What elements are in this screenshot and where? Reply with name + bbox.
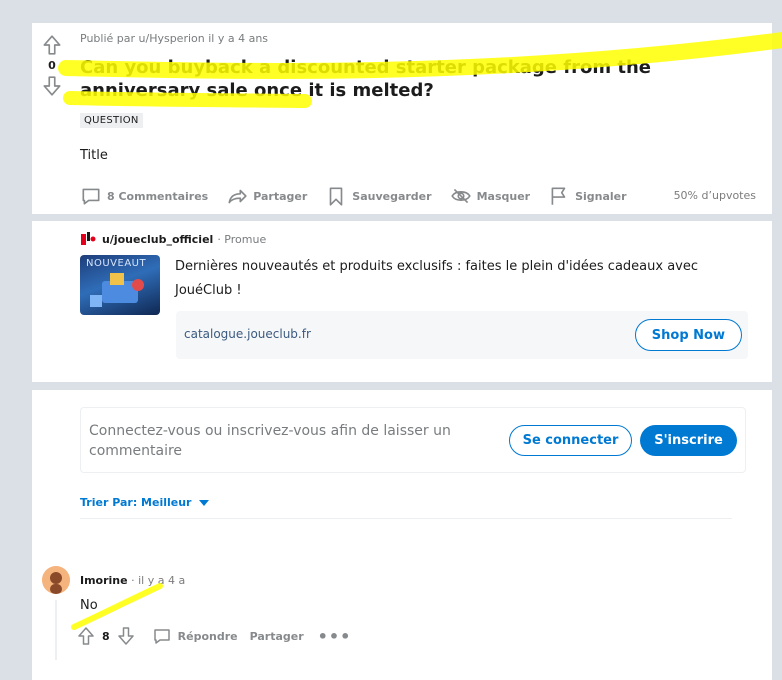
report-label: Signaler (575, 189, 627, 203)
save-button[interactable]: Sauvegarder (325, 185, 432, 207)
comments-button[interactable]: 8 Commentaires (80, 185, 208, 207)
post-card: 0 Publié par u/Hysperion il y a 4 ans Ca… (32, 23, 772, 214)
promo-link-box[interactable]: catalogue.joueclub.fr Shop Now (176, 311, 748, 359)
comment-body: No (80, 598, 98, 613)
comment-share-label: Partager (249, 629, 304, 643)
post-meta: Publié par u/Hysperion il y a 4 ans (80, 32, 269, 45)
comments-section: Connectez-vous ou inscrivez-vous afin de… (32, 390, 772, 680)
hide-label: Masquer (476, 189, 531, 203)
comment-downvote-icon[interactable] (116, 626, 136, 646)
post-score: 0 (48, 59, 56, 72)
share-icon (228, 189, 247, 204)
sort-dropdown[interactable]: Trier Par: Meilleur (80, 496, 210, 509)
comment-icon (153, 629, 170, 644)
promoted-label: · Promue (217, 232, 267, 246)
post-actions: 8 Commentaires Partager Sauvegarder Masq… (80, 183, 645, 209)
comment-actions: 8 Répondre Partager ••• (76, 626, 351, 646)
joueclub-logo-icon (81, 232, 96, 245)
reply-button[interactable]: Répondre (152, 626, 238, 646)
more-options-icon[interactable]: ••• (318, 627, 352, 646)
upvote-icon[interactable] (41, 34, 63, 56)
toy-scene-icon (90, 273, 144, 307)
comment-score: 8 (102, 629, 110, 643)
comment-timestamp[interactable]: · il y a 4 a (131, 574, 185, 587)
downvote-icon[interactable] (41, 75, 63, 97)
eye-slash-icon (450, 188, 471, 204)
save-label: Sauvegarder (352, 189, 432, 203)
avatar-icon (42, 566, 70, 594)
flag-icon (551, 187, 566, 205)
login-prompt-text: Connectez-vous ou inscrivez-vous afin de… (89, 423, 451, 459)
post-flair[interactable]: QUESTION (80, 113, 143, 128)
avatar[interactable] (42, 566, 70, 594)
signup-button[interactable]: S'inscrire (640, 425, 737, 456)
report-button[interactable]: Signaler (548, 185, 627, 207)
shop-now-button[interactable]: Shop Now (634, 319, 742, 351)
promo-thumbnail[interactable]: NOUVEAUT (80, 255, 160, 315)
sort-label: Trier Par: Meilleur (80, 496, 192, 509)
login-button[interactable]: Se connecter (509, 425, 632, 456)
reply-label: Répondre (177, 629, 238, 643)
comment-header: Imorine · il y a 4 a (80, 574, 185, 587)
post-title[interactable]: Can you buyback a discounted starter pac… (80, 56, 770, 102)
login-prompt-box: Connectez-vous ou inscrivez-vous afin de… (80, 407, 746, 473)
upvote-ratio: 50% d’upvotes (673, 189, 756, 202)
comment-upvote-icon[interactable] (76, 626, 96, 646)
promoted-post-card: u/joueclub_officiel · Promue NOUVEAUT De… (32, 221, 772, 382)
comment-thread-line[interactable] (55, 600, 57, 660)
promo-username[interactable]: u/joueclub_officiel (102, 233, 213, 246)
post-body: Title (80, 148, 108, 163)
comments-label: 8 Commentaires (107, 189, 209, 203)
promo-description[interactable]: Dernières nouveautés et produits exclusi… (175, 255, 735, 303)
caret-down-icon (199, 499, 210, 506)
comment-icon (82, 188, 100, 205)
divider (80, 518, 732, 519)
vote-column: 0 (32, 23, 72, 97)
bookmark-icon (329, 187, 343, 206)
promo-link[interactable]: catalogue.joueclub.fr (184, 327, 311, 341)
share-button[interactable]: Partager (226, 185, 307, 207)
comment-share-button[interactable]: Partager (250, 630, 304, 643)
promo-header: u/joueclub_officiel · Promue (80, 231, 266, 247)
comment-username[interactable]: Imorine (80, 574, 128, 587)
share-label: Partager (253, 189, 308, 203)
hide-button[interactable]: Masquer (450, 185, 531, 207)
